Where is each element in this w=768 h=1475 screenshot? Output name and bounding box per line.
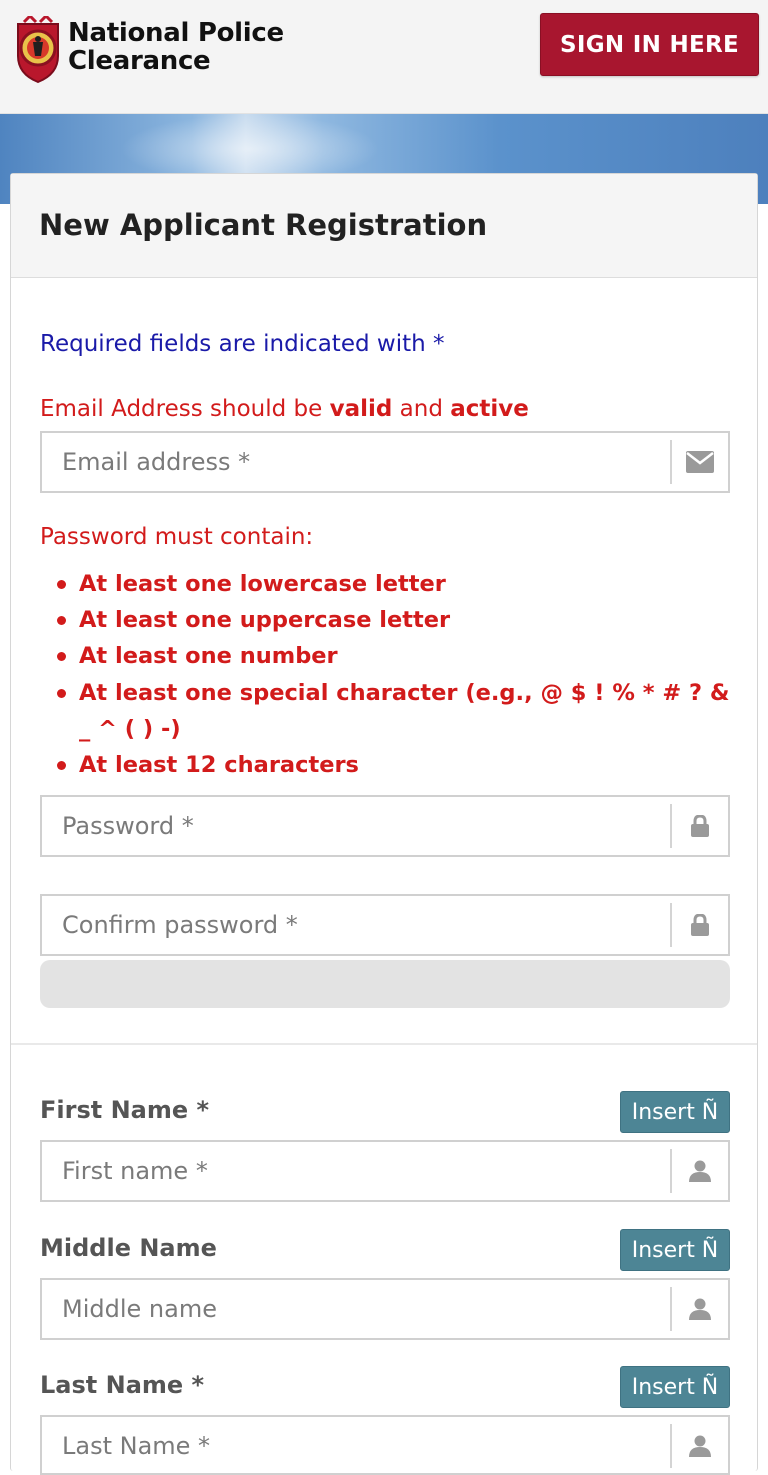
sign-in-button[interactable]: SIGN IN HERE <box>540 13 759 76</box>
required-fields-note: Required fields are indicated with * <box>40 331 445 357</box>
last-name-field[interactable]: Last Name * <box>40 1415 730 1475</box>
password-rule: At least one lowercase letter <box>55 566 735 602</box>
email-field[interactable]: Email address * <box>40 431 730 493</box>
brand-line-1: National Police <box>68 18 284 48</box>
first-name-field[interactable]: First name * <box>40 1140 730 1202</box>
email-requirement-note: Email Address should be valid and active <box>40 396 529 422</box>
password-rule: At least one uppercase letter <box>55 602 735 638</box>
brand-line-2: Clearance <box>68 46 211 76</box>
registration-card: New Applicant Registration Required fiel… <box>10 173 758 1475</box>
user-icon <box>670 1424 728 1468</box>
password-field[interactable]: Password * <box>40 795 730 857</box>
email-placeholder: Email address * <box>62 448 251 476</box>
insert-enye-button-middle[interactable]: Insert Ñ <box>620 1229 730 1271</box>
section-divider <box>11 1043 757 1045</box>
top-header: National Police Clearance SIGN IN HERE <box>0 0 768 114</box>
last-name-placeholder: Last Name * <box>62 1432 211 1460</box>
password-rule: At least 12 characters <box>55 747 735 783</box>
password-rule: At least one special character (e.g., @ … <box>55 675 735 747</box>
user-icon <box>670 1287 728 1331</box>
email-note-part1: Email Address should be <box>40 396 330 422</box>
page-title: New Applicant Registration <box>39 208 488 242</box>
pnp-logo[interactable] <box>14 16 62 84</box>
insert-enye-button-last[interactable]: Insert Ñ <box>620 1366 730 1408</box>
envelope-icon <box>670 440 728 484</box>
confirm-password-placeholder: Confirm password * <box>62 911 298 939</box>
confirm-password-field[interactable]: Confirm password * <box>40 894 730 956</box>
card-header: New Applicant Registration <box>11 174 757 278</box>
middle-name-placeholder: Middle name <box>62 1295 217 1323</box>
middle-name-label: Middle Name <box>40 1234 217 1262</box>
password-strength-meter <box>40 960 730 1008</box>
password-placeholder: Password * <box>62 812 194 840</box>
first-name-label: First Name * <box>40 1096 210 1124</box>
user-icon <box>670 1149 728 1193</box>
password-rules-title: Password must contain: <box>40 524 314 550</box>
last-name-label: Last Name * <box>40 1371 205 1399</box>
lock-icon <box>670 804 728 848</box>
password-rule: At least one number <box>55 638 735 674</box>
brand-name: National Police Clearance <box>68 19 284 75</box>
middle-name-field[interactable]: Middle name <box>40 1278 730 1340</box>
email-note-active: active <box>450 396 529 422</box>
lock-icon <box>670 903 728 947</box>
email-note-part2: and <box>392 396 451 422</box>
first-name-placeholder: First name * <box>62 1157 208 1185</box>
password-rules-list: At least one lowercase letter At least o… <box>55 566 735 783</box>
insert-enye-button-first[interactable]: Insert Ñ <box>620 1091 730 1133</box>
email-note-valid: valid <box>329 396 393 422</box>
